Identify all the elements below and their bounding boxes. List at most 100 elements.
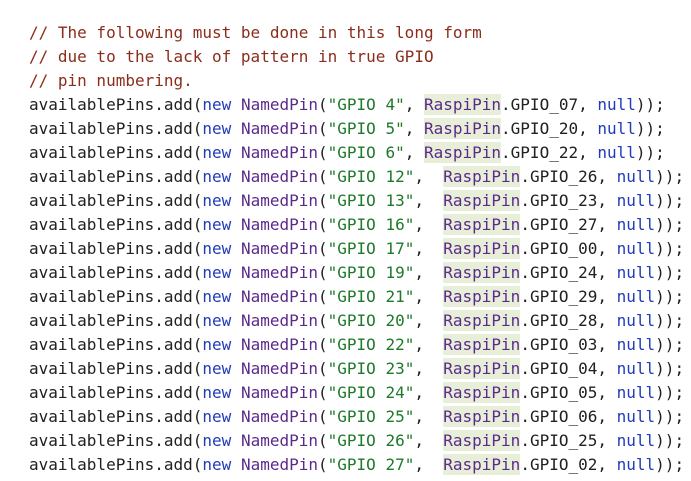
call-token: availablePins.add( bbox=[29, 383, 203, 402]
pin-name-string: "GPIO 24" bbox=[327, 383, 415, 402]
call-token: availablePins.add( bbox=[29, 95, 203, 114]
close-token: )); bbox=[655, 215, 685, 234]
pin-name-string: "GPIO 25" bbox=[327, 407, 415, 426]
open-paren: ( bbox=[318, 263, 328, 282]
gpio-constant: .GPIO_04, bbox=[520, 359, 617, 378]
type-reference: RaspiPin bbox=[443, 382, 521, 403]
type-reference: RaspiPin bbox=[443, 454, 521, 475]
new-keyword: new bbox=[202, 119, 232, 138]
class-name: NamedPin bbox=[240, 335, 318, 354]
class-name: NamedPin bbox=[240, 119, 318, 138]
separator: , bbox=[404, 95, 424, 114]
gpio-constant: .GPIO_22, bbox=[501, 143, 598, 162]
call-token: availablePins.add( bbox=[29, 335, 203, 354]
close-token: )); bbox=[655, 263, 685, 282]
open-paren: ( bbox=[318, 143, 328, 162]
separator: , bbox=[414, 455, 444, 474]
close-token: )); bbox=[655, 311, 685, 330]
class-name: NamedPin bbox=[240, 143, 318, 162]
code-line: availablePins.add(new NamedPin("GPIO 13"… bbox=[29, 189, 691, 213]
code-comment-line: // due to the lack of pattern in true GP… bbox=[29, 47, 434, 66]
new-keyword: new bbox=[202, 359, 232, 378]
separator: , bbox=[414, 287, 444, 306]
open-paren: ( bbox=[318, 359, 328, 378]
new-keyword: new bbox=[202, 431, 232, 450]
code-line: availablePins.add(new NamedPin("GPIO 6",… bbox=[29, 141, 691, 165]
gpio-constant: .GPIO_26, bbox=[520, 167, 617, 186]
close-token: )); bbox=[655, 431, 685, 450]
separator: , bbox=[414, 191, 444, 210]
call-token: availablePins.add( bbox=[29, 239, 203, 258]
close-token: )); bbox=[655, 359, 685, 378]
null-keyword: null bbox=[616, 455, 656, 474]
null-keyword: null bbox=[616, 215, 656, 234]
open-paren: ( bbox=[318, 287, 328, 306]
pin-name-string: "GPIO 12" bbox=[327, 167, 415, 186]
class-name: NamedPin bbox=[240, 215, 318, 234]
type-reference: RaspiPin bbox=[443, 214, 521, 235]
call-token: availablePins.add( bbox=[29, 359, 203, 378]
open-paren: ( bbox=[318, 215, 328, 234]
class-name: NamedPin bbox=[240, 383, 318, 402]
null-keyword: null bbox=[616, 335, 656, 354]
pin-name-string: "GPIO 20" bbox=[327, 311, 415, 330]
new-keyword: new bbox=[202, 287, 232, 306]
code-line: availablePins.add(new NamedPin("GPIO 23"… bbox=[29, 357, 691, 381]
close-token: )); bbox=[635, 143, 665, 162]
pin-code-block: availablePins.add(new NamedPin("GPIO 4",… bbox=[29, 93, 691, 477]
close-token: )); bbox=[635, 95, 665, 114]
new-keyword: new bbox=[202, 95, 232, 114]
close-token: )); bbox=[655, 239, 685, 258]
null-keyword: null bbox=[616, 263, 656, 282]
pin-name-string: "GPIO 19" bbox=[327, 263, 415, 282]
gpio-constant: .GPIO_28, bbox=[520, 311, 617, 330]
code-line: availablePins.add(new NamedPin("GPIO 25"… bbox=[29, 405, 691, 429]
code-line: availablePins.add(new NamedPin("GPIO 16"… bbox=[29, 213, 691, 237]
separator: , bbox=[414, 431, 444, 450]
close-token: )); bbox=[655, 287, 685, 306]
type-reference: RaspiPin bbox=[443, 238, 521, 259]
type-reference: RaspiPin bbox=[443, 310, 521, 331]
close-token: )); bbox=[655, 383, 685, 402]
open-paren: ( bbox=[318, 455, 328, 474]
call-token: availablePins.add( bbox=[29, 287, 203, 306]
class-name: NamedPin bbox=[240, 407, 318, 426]
close-token: )); bbox=[655, 191, 685, 210]
code-line: availablePins.add(new NamedPin("GPIO 20"… bbox=[29, 309, 691, 333]
open-paren: ( bbox=[318, 407, 328, 426]
open-paren: ( bbox=[318, 119, 328, 138]
pin-name-string: "GPIO 17" bbox=[327, 239, 415, 258]
type-reference: RaspiPin bbox=[423, 118, 502, 139]
call-token: availablePins.add( bbox=[29, 431, 203, 450]
separator: , bbox=[414, 167, 444, 186]
pin-name-string: "GPIO 6" bbox=[327, 143, 405, 162]
call-token: availablePins.add( bbox=[29, 191, 203, 210]
separator: , bbox=[414, 215, 444, 234]
separator: , bbox=[404, 119, 424, 138]
pin-name-string: "GPIO 13" bbox=[327, 191, 415, 210]
open-paren: ( bbox=[318, 95, 328, 114]
gpio-constant: .GPIO_02, bbox=[520, 455, 617, 474]
new-keyword: new bbox=[202, 167, 232, 186]
code-editor[interactable]: // The following must be done in this lo… bbox=[0, 0, 691, 481]
gpio-constant: .GPIO_05, bbox=[520, 383, 617, 402]
open-paren: ( bbox=[318, 239, 328, 258]
null-keyword: null bbox=[616, 167, 656, 186]
close-token: )); bbox=[635, 119, 665, 138]
new-keyword: new bbox=[202, 263, 232, 282]
call-token: availablePins.add( bbox=[29, 311, 203, 330]
null-keyword: null bbox=[616, 407, 656, 426]
code-line: availablePins.add(new NamedPin("GPIO 21"… bbox=[29, 285, 691, 309]
open-paren: ( bbox=[318, 191, 328, 210]
separator: , bbox=[414, 335, 444, 354]
pin-name-string: "GPIO 21" bbox=[327, 287, 415, 306]
